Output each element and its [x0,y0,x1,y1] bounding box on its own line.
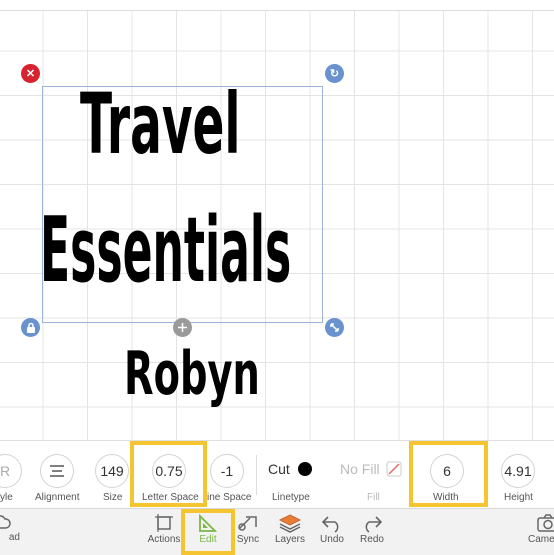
undo-button[interactable]: Undo [312,513,352,545]
height-field[interactable]: 4.91 [501,454,535,488]
move-icon [178,323,187,332]
actions-button[interactable]: Actions [144,513,184,545]
sync-icon [238,516,257,531]
alignment-label: Alignment [35,492,80,503]
height-label: Height [504,492,533,503]
cut-color-swatch [297,462,312,476]
no-fill-icon [386,461,402,477]
cloud-icon [0,515,11,529]
edit-highlight [181,509,235,555]
undo-icon [321,516,339,533]
letter-space-highlight [130,441,207,507]
close-icon: ✕ [25,68,36,80]
align-center-icon [50,465,64,477]
linetype-label: Linetype [272,492,310,503]
layers-button[interactable]: Layers [270,513,310,545]
redo-icon [365,516,383,533]
text-line-robyn: Robyn [124,339,260,409]
top-bar [0,0,554,11]
style-label: yle [0,492,13,503]
resize-handle[interactable] [325,318,344,337]
design-canvas[interactable]: Travel Essentials Robyn ✕ ↻ [0,0,554,440]
layers-icon [278,514,302,533]
parameter-bar: R yle Alignment 149 Size 0.75 Letter Spa… [0,440,554,509]
rotate-icon: ↻ [329,68,340,80]
resize-icon [330,323,339,332]
lock-handle[interactable] [21,318,40,337]
camera-icon [537,514,554,532]
move-handle[interactable] [173,318,192,337]
divider [256,455,257,495]
bottom-toolbar: ad Actions Edit Sync Layers Undo Redo Ca… [0,508,554,555]
actions-icon [155,514,173,532]
line-space-label: ine Space [207,492,252,503]
width-highlight [409,441,488,507]
linetype-button[interactable]: Cut [268,461,312,477]
fill-button[interactable]: No Fill [340,461,402,477]
fill-label: Fill [367,492,380,503]
alignment-button[interactable] [40,454,74,488]
upload-button[interactable]: ad [0,513,20,543]
camera-button[interactable]: Came [528,513,554,545]
redo-button[interactable]: Redo [352,513,392,545]
lock-icon [26,322,35,333]
size-label: Size [103,492,123,503]
sync-button[interactable]: Sync [228,513,268,545]
rotate-handle[interactable]: ↻ [325,64,344,83]
delete-handle[interactable]: ✕ [21,64,40,83]
selection-box[interactable] [42,86,323,323]
size-field[interactable]: 149 [95,454,129,488]
style-button[interactable]: R [0,454,22,488]
line-space-field[interactable]: -1 [210,454,244,488]
